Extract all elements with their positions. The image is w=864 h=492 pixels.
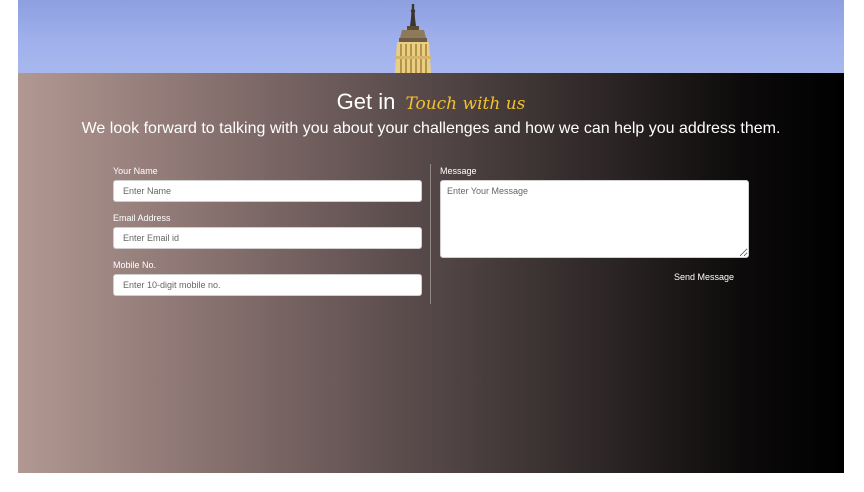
message-label: Message bbox=[440, 166, 477, 176]
mobile-input[interactable] bbox=[113, 274, 422, 296]
page: Get in Touch with us We look forward to … bbox=[18, 0, 844, 473]
capitol-dome-image bbox=[395, 4, 431, 73]
form-divider bbox=[430, 164, 431, 304]
email-input[interactable] bbox=[113, 227, 422, 249]
contact-subtitle: We look forward to talking with you abou… bbox=[81, 120, 781, 137]
contact-heading: Get in Touch with us bbox=[18, 88, 844, 118]
hero-banner bbox=[18, 0, 844, 73]
heading-main: Get in bbox=[336, 89, 396, 114]
name-label: Your Name bbox=[113, 166, 158, 176]
email-label: Email Address bbox=[113, 213, 171, 223]
mobile-label: Mobile No. bbox=[113, 260, 157, 270]
send-message-button[interactable]: Send Message bbox=[670, 270, 738, 284]
heading-script: Touch with us bbox=[405, 94, 526, 114]
name-input[interactable] bbox=[113, 180, 422, 202]
contact-section: Get in Touch with us We look forward to … bbox=[18, 73, 844, 473]
message-textarea[interactable] bbox=[440, 180, 749, 258]
